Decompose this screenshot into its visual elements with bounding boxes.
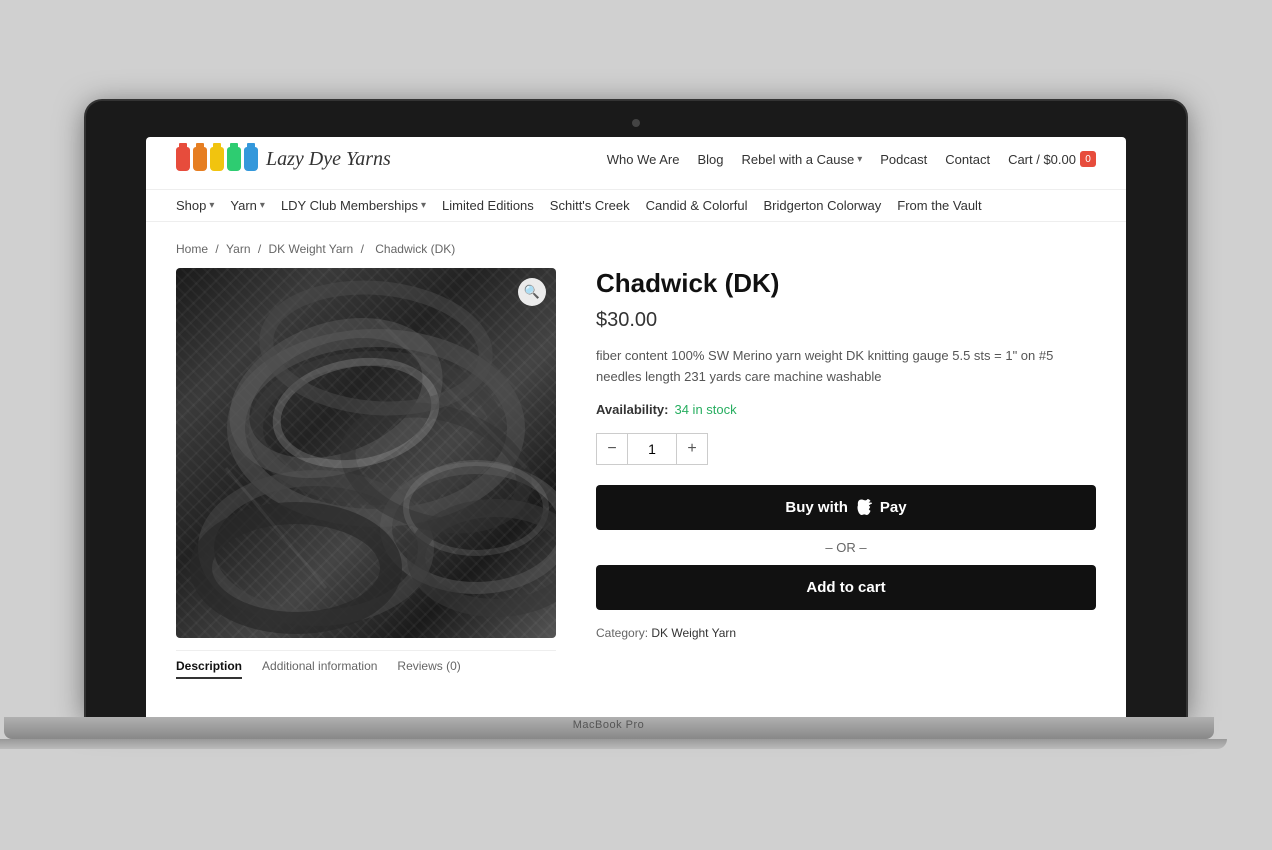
product-description: fiber content 100% SW Merino yarn weight… <box>596 346 1096 388</box>
product-image-area: 🔍 Description Additional information Rev… <box>176 268 556 679</box>
breadcrumb-yarn[interactable]: Yarn <box>226 242 250 256</box>
subnav-ldy-club[interactable]: LDY Club Memberships ▾ <box>281 198 426 213</box>
breadcrumb-current: Chadwick (DK) <box>375 242 455 256</box>
subnav-schitts-creek[interactable]: Schitt's Creek <box>550 198 630 213</box>
category-label: Category: <box>596 626 648 640</box>
product-image: 🔍 <box>176 268 556 638</box>
product-info: Chadwick (DK) $30.00 fiber content 100% … <box>596 268 1096 679</box>
category-link[interactable]: DK Weight Yarn <box>651 626 736 640</box>
page-content: Home / Yarn / DK Weight Yarn / Chadwick … <box>146 222 1126 699</box>
product-title: Chadwick (DK) <box>596 268 1096 299</box>
subnav-bridgerton[interactable]: Bridgerton Colorway <box>763 198 881 213</box>
subnav-limited-editions[interactable]: Limited Editions <box>442 198 534 213</box>
tab-description[interactable]: Description <box>176 659 242 679</box>
product-price: $30.00 <box>596 309 1096 332</box>
subnav-vault[interactable]: From the Vault <box>897 198 981 213</box>
product-tabs: Description Additional information Revie… <box>176 650 556 679</box>
laptop-base <box>4 717 1214 739</box>
breadcrumb-dk-weight[interactable]: DK Weight Yarn <box>269 242 354 256</box>
cart-label: Cart / $0.00 <box>1008 152 1076 167</box>
nav-contact[interactable]: Contact <box>945 152 990 167</box>
tab-reviews[interactable]: Reviews (0) <box>397 659 460 679</box>
cart-button[interactable]: Cart / $0.00 0 <box>1008 151 1096 167</box>
nav-who-we-are[interactable]: Who We Are <box>607 152 680 167</box>
breadcrumb-home[interactable]: Home <box>176 242 208 256</box>
main-nav: Who We Are Blog Rebel with a Cause ▾ Pod… <box>607 151 1096 167</box>
site-header: Lazy Dye Yarns Who We Are Blog Rebel wit… <box>146 137 1126 190</box>
logo-area: Lazy Dye Yarns <box>176 147 391 171</box>
buy-with-pay-button[interactable]: Buy with Pay <box>596 485 1096 530</box>
bottle-red <box>176 147 190 171</box>
quantity-input[interactable] <box>628 433 676 465</box>
search-icon[interactable]: 🔍 <box>518 278 546 306</box>
bottle-orange <box>193 147 207 171</box>
quantity-row: − + <box>596 433 1096 465</box>
rebel-dropdown-arrow: ▾ <box>857 154 862 165</box>
laptop-camera <box>632 119 640 127</box>
sub-nav: Shop ▾ Yarn ▾ LDY Club Memberships ▾ Lim… <box>146 190 1126 222</box>
product-layout: 🔍 Description Additional information Rev… <box>176 268 1096 679</box>
subnav-shop[interactable]: Shop ▾ <box>176 198 214 213</box>
bottle-green <box>227 147 241 171</box>
quantity-increase[interactable]: + <box>676 433 708 465</box>
shop-dropdown-arrow: ▾ <box>209 200 214 211</box>
quantity-decrease[interactable]: − <box>596 433 628 465</box>
stock-status: 34 in stock <box>674 402 736 417</box>
add-to-cart-button[interactable]: Add to cart <box>596 565 1096 610</box>
nav-rebel[interactable]: Rebel with a Cause ▾ <box>742 152 863 167</box>
logo-text: Lazy Dye Yarns <box>266 148 391 171</box>
yarn-dropdown-arrow: ▾ <box>260 200 265 211</box>
bottle-yellow <box>210 147 224 171</box>
availability-label: Availability: <box>596 402 668 417</box>
laptop-frame: Lazy Dye Yarns Who We Are Blog Rebel wit… <box>86 101 1186 749</box>
nav-podcast[interactable]: Podcast <box>880 152 927 167</box>
subnav-yarn[interactable]: Yarn ▾ <box>230 198 265 213</box>
category-row: Category: DK Weight Yarn <box>596 626 1096 640</box>
header-top: Lazy Dye Yarns Who We Are Blog Rebel wit… <box>176 147 1096 171</box>
availability-row: Availability: 34 in stock <box>596 402 1096 417</box>
subnav-candid-colorful[interactable]: Candid & Colorful <box>646 198 748 213</box>
ldy-dropdown-arrow: ▾ <box>421 200 426 211</box>
cart-badge: 0 <box>1080 151 1096 167</box>
tab-additional-info[interactable]: Additional information <box>262 659 377 679</box>
laptop-screen-outer: Lazy Dye Yarns Who We Are Blog Rebel wit… <box>86 101 1186 717</box>
or-divider: – OR – <box>596 540 1096 555</box>
nav-blog[interactable]: Blog <box>697 152 723 167</box>
bottle-blue <box>244 147 258 171</box>
laptop-foot <box>0 739 1227 749</box>
breadcrumb: Home / Yarn / DK Weight Yarn / Chadwick … <box>176 242 1096 256</box>
yarn-svg <box>176 268 556 638</box>
logo-bottles <box>176 147 258 171</box>
laptop-screen: Lazy Dye Yarns Who We Are Blog Rebel wit… <box>146 137 1126 717</box>
